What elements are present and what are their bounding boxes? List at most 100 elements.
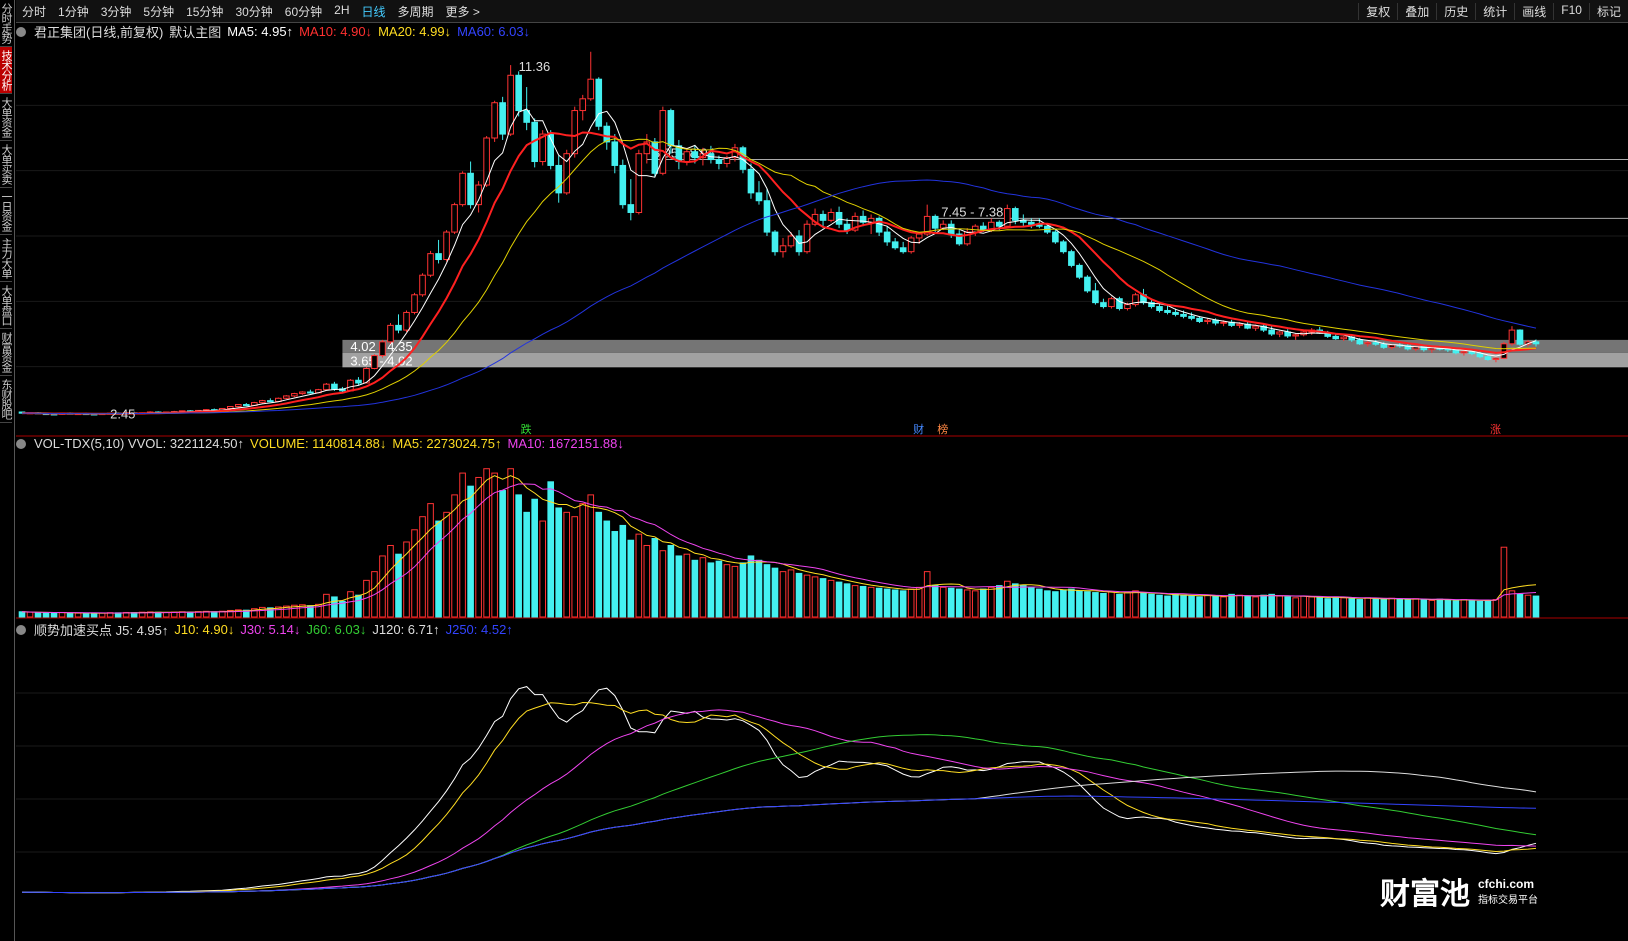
volume-bar [1148, 593, 1155, 618]
volume-bar [1180, 594, 1187, 618]
volume-bar [707, 562, 715, 618]
price-annotation: 2.45 [110, 406, 135, 421]
volume-bar [1084, 591, 1091, 618]
volume-bar [1516, 593, 1524, 618]
candle-body [1492, 357, 1500, 360]
candle-body [267, 400, 274, 403]
candle-body [299, 391, 306, 395]
volume-bar [1124, 592, 1131, 618]
candle-body [323, 383, 330, 391]
volume-bar [883, 588, 891, 618]
candle-body [419, 274, 426, 296]
volume-bar [1300, 595, 1307, 618]
candle-body [1460, 351, 1468, 354]
volume-bar [667, 544, 675, 618]
volume-bar [1460, 599, 1468, 618]
volume-bar [923, 571, 931, 618]
candle-body [579, 98, 587, 112]
volume-bar [507, 468, 514, 618]
candle-body [291, 393, 298, 397]
volume-bar [771, 567, 779, 618]
candle-body [1364, 342, 1372, 345]
volume-bar [635, 533, 643, 618]
candle-body [755, 192, 763, 202]
candle-body [571, 110, 579, 155]
volume-bar [1524, 594, 1532, 618]
candle-body [411, 294, 418, 313]
candle-body [459, 172, 466, 206]
candle-body [1276, 331, 1283, 335]
volume-bar [1204, 594, 1211, 618]
candle-body [355, 379, 362, 384]
volume-bar [459, 472, 466, 618]
volume-bar [1228, 593, 1235, 618]
volume-bar [18, 611, 26, 618]
volume-bar [347, 591, 354, 618]
resistance-level-label: 7.45 - 7.38 [941, 204, 1003, 219]
indicator-j60-line [21, 734, 1537, 894]
volume-bar [1012, 583, 1019, 618]
candle-body [1012, 208, 1019, 221]
candle-body [242, 404, 250, 407]
volume-bar [427, 503, 434, 618]
volume-ma5-line [21, 475, 1537, 614]
volume-bar [907, 588, 915, 618]
candle-body [1508, 329, 1516, 345]
candle-body [1092, 290, 1099, 304]
volume-bar [1156, 594, 1163, 618]
candle-body [507, 74, 514, 135]
volume-bar [955, 588, 963, 618]
candle-body [1204, 319, 1211, 322]
candle-body [259, 400, 266, 404]
candle-body [483, 137, 490, 186]
volume-bar [1052, 591, 1059, 618]
volume-bar [475, 476, 482, 618]
candle-body [627, 204, 635, 213]
volume-bar [1044, 590, 1051, 618]
volume-bar [1348, 598, 1356, 618]
volume-bar [1092, 592, 1099, 618]
candle-body [635, 153, 643, 213]
candle-body [387, 324, 394, 343]
volume-bar [443, 511, 450, 618]
candle-body [1172, 311, 1179, 315]
volume-bar [42, 612, 50, 618]
volume-bar [1332, 596, 1340, 618]
volume-bar [1356, 599, 1364, 618]
candle-body [787, 235, 795, 247]
candle-body [467, 172, 474, 206]
volume-bar [1316, 597, 1324, 618]
volume-bar [1020, 585, 1027, 618]
volume-bar [627, 539, 635, 618]
volume-bar [539, 520, 546, 618]
volume-bar [523, 511, 530, 618]
candle-body [747, 168, 755, 194]
volume-bar [1188, 595, 1195, 618]
event-marker: 涨 [1490, 423, 1501, 436]
ma5-line [21, 108, 1537, 415]
volume-bar [1436, 598, 1444, 618]
volume-bar [587, 494, 595, 618]
volume-bar [1140, 592, 1147, 618]
volume-bar [1308, 596, 1316, 618]
candle-body [1060, 241, 1067, 253]
volume-bar [979, 588, 987, 618]
candle-body [1292, 334, 1299, 337]
candle-body [226, 406, 234, 409]
volume-bar [795, 572, 803, 618]
volume-bar [1388, 597, 1396, 618]
candle-body [1476, 353, 1484, 358]
candle-body [1188, 315, 1195, 319]
volume-bar [659, 550, 667, 618]
kline-chart[interactable]: 4.02 - 4.353.65 - 4.028.95 - 8.947.45 - … [0, 0, 1628, 941]
candle-body [1108, 298, 1115, 308]
volume-bar [1324, 598, 1332, 618]
volume-bar [1196, 596, 1203, 618]
candle-body [331, 383, 338, 390]
candle-body [1028, 221, 1035, 225]
volume-bar [50, 612, 58, 618]
indicator-j5-line [21, 686, 1537, 894]
candle-body [907, 237, 915, 253]
volume-bar [1244, 595, 1251, 618]
volume-bar [787, 569, 795, 618]
